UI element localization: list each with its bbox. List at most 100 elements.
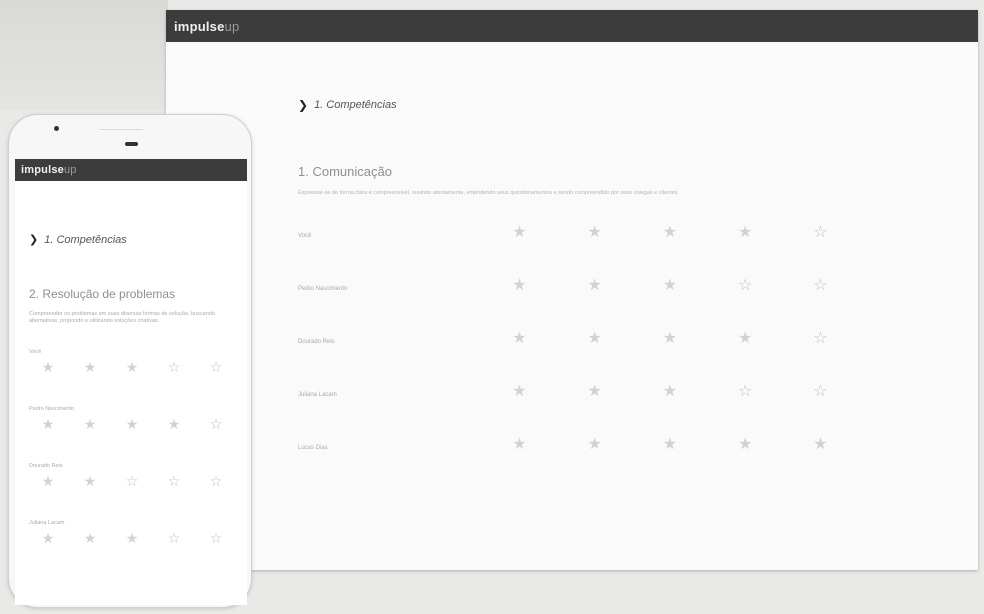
star-rating-option[interactable]: ★ (557, 221, 632, 248)
star-filled-icon: ★ (512, 380, 527, 400)
phone-star-row: ★ ★ ★ ☆ ☆ (29, 361, 235, 383)
star-rating-option[interactable]: ☆ (197, 532, 235, 554)
star-filled-icon: ★ (662, 221, 678, 241)
rating-row: Dourado Reis ★ ★ ★ ★ ☆ (298, 315, 858, 368)
app-logo[interactable]: impulseup (174, 19, 239, 34)
star-rating-option[interactable]: ☆ (197, 475, 235, 497)
star-outline-icon: ☆ (813, 274, 828, 294)
star-filled-icon: ★ (587, 274, 602, 294)
star-filled-icon: ★ (737, 221, 753, 241)
star-rating-option[interactable]: ★ (482, 223, 557, 248)
star-rating-option[interactable]: ☆ (113, 475, 151, 497)
phone-section-heading[interactable]: ❯ 1. Competências (29, 233, 127, 247)
star-rating-option[interactable]: ★ (557, 274, 632, 301)
rater-name: Dourado Reis (298, 338, 335, 345)
rating-row: Você ★ ★ ★ ★ ☆ (298, 209, 858, 262)
star-outline-icon: ☆ (813, 380, 828, 400)
star-rating-option[interactable]: ★ (557, 380, 632, 407)
star-rating-option[interactable]: ★ (482, 433, 557, 460)
star-filled-icon: ★ (125, 360, 139, 376)
star-rating-option[interactable]: ☆ (707, 380, 782, 407)
star-filled-icon: ★ (83, 360, 97, 376)
star-rating-option[interactable]: ☆ (783, 223, 858, 248)
chevron-right-icon: ❯ (298, 98, 309, 112)
rater-name: Juliana Lacam (298, 391, 337, 398)
phone-rating-group: Pedro Nascimento ★ ★ ★ ★ ☆ (29, 406, 235, 463)
earpiece-icon (125, 142, 138, 146)
star-rating-option[interactable]: ☆ (707, 276, 782, 301)
star-rating-option[interactable]: ☆ (783, 329, 858, 354)
rater-name: Lucas Dias (298, 444, 328, 451)
star-rating-option[interactable]: ★ (155, 418, 193, 440)
chevron-right-icon: ❯ (29, 234, 39, 246)
star-outline-icon: ☆ (209, 531, 223, 547)
star-rating-option[interactable]: ★ (71, 418, 109, 440)
rater-name: Você (29, 349, 42, 355)
star-rating-option[interactable]: ★ (29, 361, 67, 383)
star-filled-icon: ★ (41, 474, 55, 490)
competencies-content: ❯ 1. Competências 1. Comunicação Express… (298, 98, 858, 474)
phone-rating-group: Dourado Reis ★ ★ ☆ ☆ ☆ (29, 463, 235, 520)
star-rating-option[interactable]: ★ (482, 380, 557, 407)
star-rating-option[interactable]: ☆ (155, 475, 193, 497)
desktop-screen: impulseup ❯ 1. Competências 1. Comunicaç… (166, 10, 978, 570)
star-rating-option[interactable]: ★ (29, 475, 67, 497)
phone-competency-description: Compreender os problemas em suas diversa… (29, 311, 215, 324)
rater-name: Você (298, 232, 312, 239)
star-rating-option[interactable]: ★ (71, 475, 109, 497)
star-rating-option[interactable]: ★ (557, 329, 632, 354)
star-rating-option[interactable]: ★ (71, 532, 109, 554)
star-rating-option[interactable]: ★ (707, 221, 782, 248)
star-rating-option[interactable]: ★ (482, 274, 557, 301)
star-filled-icon: ★ (512, 433, 527, 453)
star-rating-option[interactable]: ★ (557, 433, 632, 460)
star-rating-option[interactable]: ★ (632, 221, 707, 248)
star-rating-option[interactable]: ★ (632, 435, 707, 460)
star-rating-option[interactable]: ★ (707, 327, 782, 354)
star-rating-option[interactable]: ★ (632, 327, 707, 354)
star-filled-icon: ★ (512, 274, 527, 294)
star-rating-option[interactable]: ☆ (155, 361, 193, 383)
star-rating-option[interactable]: ★ (113, 418, 151, 440)
star-rating-option[interactable]: ★ (783, 433, 858, 460)
star-filled-icon: ★ (83, 417, 97, 433)
star-filled-icon: ★ (587, 380, 602, 400)
section-heading[interactable]: ❯ 1. Competências (298, 98, 858, 112)
star-filled-icon: ★ (662, 380, 678, 400)
star-filled-icon: ★ (587, 221, 602, 241)
star-rating-option[interactable]: ★ (29, 418, 67, 440)
star-filled-icon: ★ (587, 433, 602, 453)
star-filled-icon: ★ (125, 417, 139, 433)
phone-rating-list: Você ★ ★ ★ ☆ ☆ Pedro Nascimento ★ ★ ★ ★ ☆ Dourado Re… (29, 349, 235, 577)
star-rating-option[interactable]: ☆ (197, 361, 235, 383)
phone-screen: impulseup ❯ 1. Competências 2. Resolução… (15, 159, 247, 605)
star-rating-option[interactable]: ★ (29, 532, 67, 554)
star-rating-option[interactable]: ☆ (155, 532, 193, 554)
background-photo-area (0, 0, 168, 110)
star-rating-option[interactable]: ★ (632, 380, 707, 407)
star-rating-option[interactable]: ★ (113, 361, 151, 383)
star-rating-option[interactable]: ★ (482, 327, 557, 354)
star-rating-option[interactable]: ☆ (197, 418, 235, 440)
star-rating-option[interactable]: ★ (113, 532, 151, 554)
rating-table: Você ★ ★ ★ ★ ☆ Pedro Nascimento ★ ★ ★ ☆ ☆ Dourado Re… (298, 209, 858, 474)
star-filled-icon: ★ (737, 327, 753, 347)
phone-app-logo[interactable]: impulseup (21, 164, 77, 176)
star-filled-icon: ★ (167, 417, 181, 433)
star-outline-icon: ☆ (167, 531, 181, 547)
rating-row: Lucas Dias ★ ★ ★ ★ ★ (298, 421, 858, 474)
rater-name: Juliana Lacam (29, 520, 65, 526)
star-filled-icon: ★ (512, 327, 527, 347)
star-outline-icon: ☆ (209, 360, 223, 376)
phone-device: impulseup ❯ 1. Competências 2. Resolução… (8, 114, 252, 608)
star-rating-option[interactable]: ★ (71, 361, 109, 383)
star-outline-icon: ☆ (737, 380, 753, 400)
rating-row: Juliana Lacam ★ ★ ★ ☆ ☆ (298, 368, 858, 421)
star-rating-option[interactable]: ☆ (783, 274, 858, 301)
star-rating-option[interactable]: ★ (707, 435, 782, 460)
star-rating-option[interactable]: ★ (632, 276, 707, 301)
star-filled-icon: ★ (813, 433, 828, 453)
star-rating-option[interactable]: ☆ (783, 380, 858, 407)
star-filled-icon: ★ (125, 531, 139, 547)
star-filled-icon: ★ (662, 327, 678, 347)
